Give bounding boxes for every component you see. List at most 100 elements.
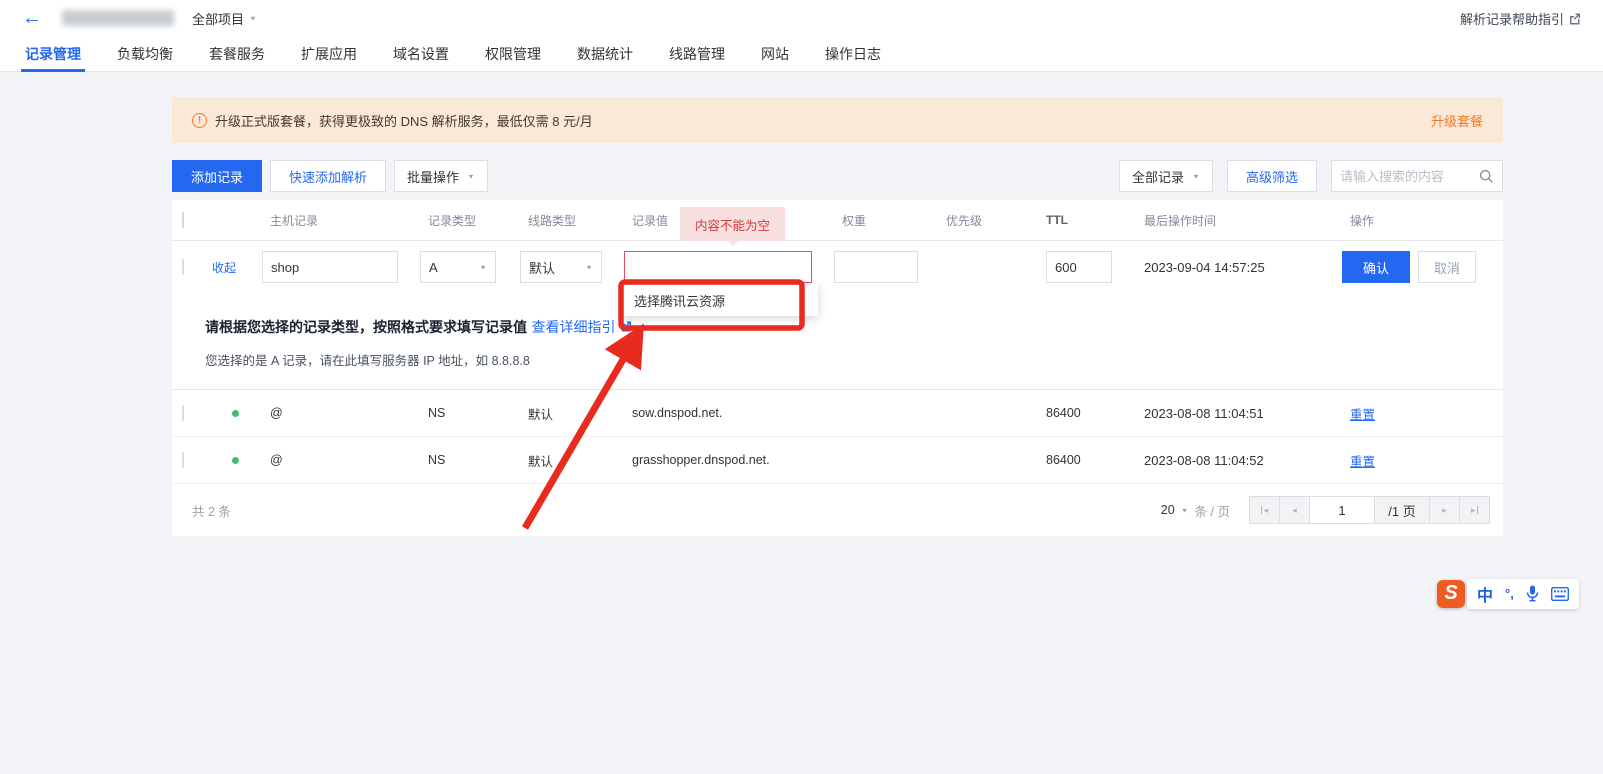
tab-load-balancing[interactable]: 负载均衡	[117, 36, 173, 72]
upgrade-banner-text: 升级正式版套餐，获得更极致的 DNS 解析服务，最低仅需 8 元/月	[215, 111, 593, 130]
header-line: 线路类型	[520, 212, 624, 229]
add-record-button[interactable]: 添加记录	[172, 160, 262, 192]
ttl-input[interactable]	[1046, 251, 1112, 283]
total-pages-label: /1 页	[1374, 496, 1430, 524]
header-time: 最后操作时间	[1136, 212, 1338, 229]
main-content: ! 升级正式版套餐，获得更极致的 DNS 解析服务，最低仅需 8 元/月 升级套…	[172, 72, 1503, 536]
ime-language-toggle[interactable]: 中	[1477, 582, 1493, 606]
select-all-checkbox[interactable]	[182, 212, 184, 228]
record-edit-row: 收起 A ▼ 默认 ▼ 2023-09-04 14:57:25 确认	[172, 241, 1503, 293]
advanced-filter-button[interactable]: 高级筛选	[1227, 160, 1317, 192]
sogou-logo-icon[interactable]: S	[1437, 580, 1465, 608]
ime-punctuation-icon[interactable]: °,	[1505, 586, 1514, 601]
tab-line-management[interactable]: 线路管理	[669, 36, 725, 72]
row-value: grasshopper.dnspod.net.	[624, 453, 834, 467]
upgrade-banner: ! 升级正式版套餐，获得更极致的 DNS 解析服务，最低仅需 8 元/月 升级套…	[172, 97, 1503, 143]
row-type: NS	[420, 406, 520, 420]
line-type-select[interactable]: 默认 ▼	[520, 251, 602, 283]
validation-tooltip: 内容不能为空	[680, 207, 785, 241]
microphone-icon[interactable]	[1526, 585, 1539, 602]
host-record-input[interactable]	[262, 251, 398, 283]
record-help-panel: 请根据您选择的记录类型，按照格式要求填写记录值 查看详细指引 您选择的是 A 记…	[172, 293, 1503, 390]
select-tencent-cloud-resource-option[interactable]: 选择腾讯云资源	[622, 285, 818, 316]
row-checkbox[interactable]	[182, 405, 184, 421]
per-page-label: 条 / 页	[1195, 501, 1230, 520]
cancel-button[interactable]: 取消	[1418, 251, 1476, 283]
warning-icon: !	[192, 113, 207, 128]
weight-input[interactable]	[834, 251, 918, 283]
row-host: @	[262, 453, 420, 467]
row-type: NS	[420, 453, 520, 467]
upgrade-plan-link[interactable]: 升级套餐	[1431, 111, 1483, 130]
row-line: 默认	[520, 404, 624, 423]
project-selector[interactable]: 全部项目 ▼	[192, 9, 257, 28]
table-row: @ NS 默认 sow.dnspod.net. 86400 2023-08-08…	[172, 390, 1503, 437]
confirm-button[interactable]: 确认	[1342, 251, 1410, 283]
chevron-down-icon: ▼	[479, 263, 487, 270]
first-page-button[interactable]: ◂	[1249, 496, 1280, 524]
current-page-input[interactable]	[1309, 496, 1375, 524]
chevron-down-icon: ▼	[1192, 172, 1200, 179]
chevron-down-icon: ▼	[467, 172, 475, 179]
ime-toolbar: S 中 °,	[1437, 578, 1579, 609]
last-page-button[interactable]: ▸	[1459, 496, 1490, 524]
header-priority: 优先级	[938, 212, 1038, 229]
tab-permissions[interactable]: 权限管理	[485, 36, 541, 72]
chevron-down-icon: ▼	[1181, 506, 1189, 513]
record-type-select[interactable]: A ▼	[420, 251, 496, 283]
external-link-icon	[1568, 12, 1581, 25]
record-value-dropdown: 选择腾讯云资源	[622, 285, 818, 316]
row-checkbox[interactable]	[182, 259, 184, 275]
row-value: sow.dnspod.net.	[624, 406, 834, 420]
table-row: @ NS 默认 grasshopper.dnspod.net. 86400 20…	[172, 437, 1503, 484]
tab-bar: 记录管理 负载均衡 套餐服务 扩展应用 域名设置 权限管理 数据统计 线路管理 …	[0, 36, 1603, 72]
edit-row-time: 2023-09-04 14:57:25	[1136, 260, 1338, 275]
tab-operation-log[interactable]: 操作日志	[825, 36, 881, 72]
row-ttl: 86400	[1038, 453, 1136, 467]
record-filter-dropdown[interactable]: 全部记录 ▼	[1119, 160, 1213, 192]
header-action: 操作	[1338, 212, 1490, 229]
batch-operations-label: 批量操作	[407, 167, 459, 186]
tab-statistics[interactable]: 数据统计	[577, 36, 633, 72]
tab-record-management[interactable]: 记录管理	[25, 36, 81, 72]
back-icon[interactable]: ←	[22, 8, 42, 28]
row-checkbox[interactable]	[182, 452, 184, 468]
detail-guide-link[interactable]: 查看详细指引	[531, 319, 615, 335]
help-guide-link[interactable]: 解析记录帮助指引	[1460, 9, 1581, 28]
row-ttl: 86400	[1038, 406, 1136, 420]
chevron-down-icon: ▼	[585, 263, 593, 270]
batch-operations-dropdown[interactable]: 批量操作 ▼	[394, 160, 488, 192]
search-input[interactable]	[1340, 169, 1479, 184]
tab-domain-settings[interactable]: 域名设置	[393, 36, 449, 72]
keyboard-icon[interactable]	[1551, 587, 1569, 601]
header-type: 记录类型	[420, 212, 520, 229]
row-host: @	[262, 406, 420, 420]
quick-add-button[interactable]: 快速添加解析	[270, 160, 386, 192]
total-count: 共 2 条	[192, 501, 231, 520]
pagination: ◂ ◂ /1 页 ▸ ▸	[1250, 496, 1490, 524]
reset-link[interactable]: 重置	[1338, 408, 1375, 422]
reset-link[interactable]: 重置	[1338, 455, 1375, 469]
prev-page-button[interactable]: ◂	[1279, 496, 1310, 524]
search-box	[1331, 160, 1503, 192]
header-host: 主机记录	[262, 212, 420, 229]
tab-extensions[interactable]: 扩展应用	[301, 36, 357, 72]
header-ttl: TTL	[1038, 213, 1136, 227]
page-size-dropdown[interactable]: 20 ▼	[1161, 503, 1189, 517]
tab-website[interactable]: 网站	[761, 36, 789, 72]
tab-plan-services[interactable]: 套餐服务	[209, 36, 265, 72]
external-link-icon[interactable]	[620, 320, 632, 332]
next-page-button[interactable]: ▸	[1429, 496, 1460, 524]
help-guide-label: 解析记录帮助指引	[1460, 9, 1564, 28]
table-footer: 共 2 条 20 ▼ 条 / 页 ◂ ◂ /1 页 ▸ ▸	[172, 484, 1503, 536]
record-value-input[interactable]	[624, 251, 812, 283]
row-line: 默认	[520, 451, 624, 470]
project-selector-label: 全部项目	[192, 9, 244, 28]
domain-name-redacted	[62, 10, 174, 26]
record-type-value: A	[429, 260, 438, 275]
records-table: 主机记录 记录类型 线路类型 记录值 权重 优先级 TTL 最后操作时间 操作 …	[172, 200, 1503, 536]
search-icon[interactable]	[1479, 169, 1494, 184]
help-title: 请根据您选择的记录类型，按照格式要求填写记录值	[205, 319, 527, 335]
collapse-link[interactable]: 收起	[212, 261, 236, 275]
status-active-dot	[232, 457, 239, 464]
